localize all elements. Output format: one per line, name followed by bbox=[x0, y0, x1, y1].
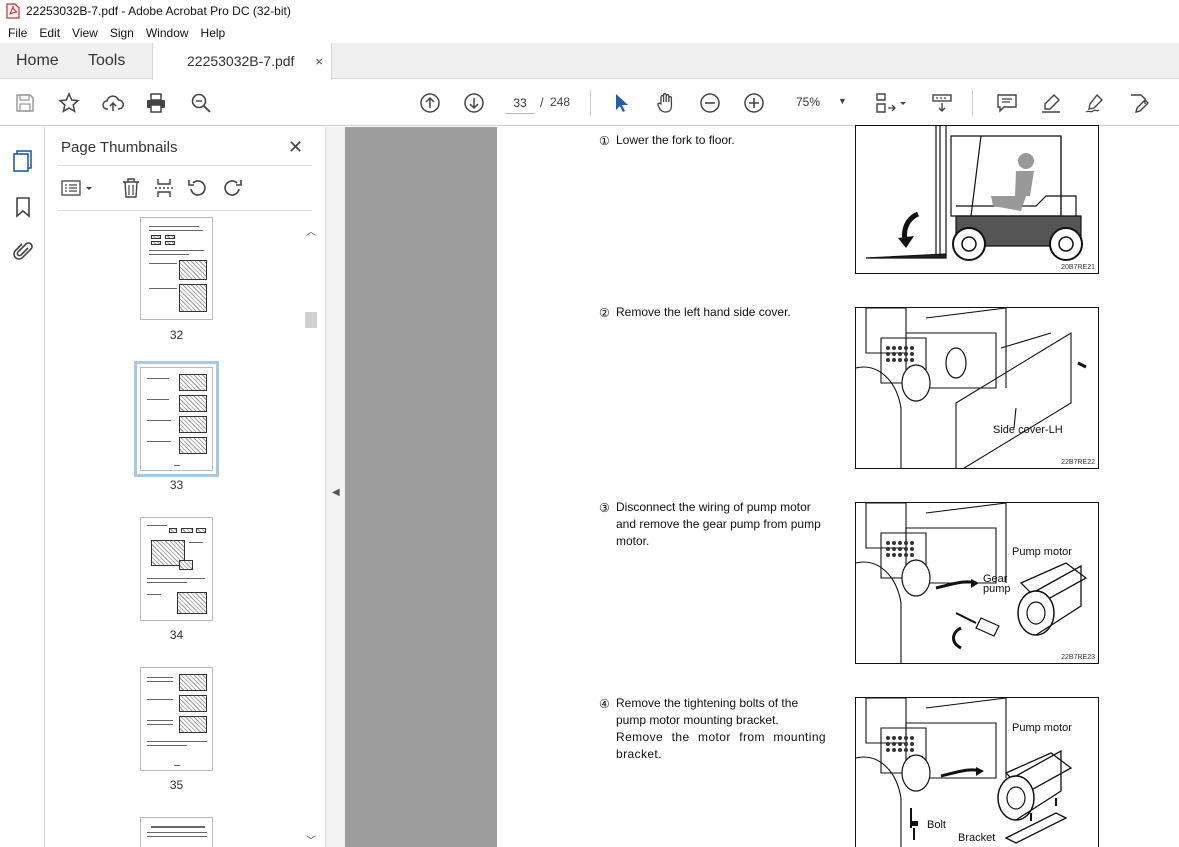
step-text: Lower the fork to floor. bbox=[616, 133, 735, 147]
total-pages: 248 bbox=[550, 95, 571, 109]
menu-sign[interactable]: Sign bbox=[104, 26, 140, 40]
tab-document-name: 22253032B-7.pdf bbox=[187, 53, 295, 69]
tab-row: Home Tools 22253032B-7.pdf × bbox=[0, 43, 1179, 80]
toolbar-divider bbox=[972, 90, 973, 116]
page-thumbnails-panel: Page Thumbnails ✕ 32 33 34 35 ︿ ﹀ bbox=[45, 127, 325, 847]
panel-title: Page Thumbnails bbox=[61, 139, 178, 156]
thumbnail-page-36[interactable] bbox=[140, 817, 213, 847]
upload-cloud-icon[interactable] bbox=[101, 91, 125, 115]
draw-signature-icon[interactable] bbox=[1083, 91, 1107, 115]
figure-side-cover: Side cover-LH 22B7RE22 bbox=[855, 307, 1099, 469]
toolbar: / 248 75% ▼ bbox=[0, 80, 1179, 126]
label-side-cover: Side cover-LH bbox=[993, 424, 1063, 436]
left-navigation-rail bbox=[0, 127, 45, 847]
figure-forklift: 20B7RE21 bbox=[855, 125, 1099, 274]
highlight-pen-icon[interactable] bbox=[1039, 91, 1063, 115]
thumbnail-page-35[interactable] bbox=[140, 667, 213, 771]
step-number: ③ bbox=[599, 501, 610, 515]
document-view: ① Lower the fork to floor. 20B7RE21 ② Re… bbox=[345, 125, 1179, 847]
panel-divider bbox=[57, 210, 312, 211]
page-thumbnails-icon[interactable] bbox=[11, 148, 35, 172]
zoom-level[interactable]: 75% bbox=[796, 95, 820, 109]
step-text: Remove the left hand side cover. bbox=[616, 305, 791, 319]
zoom-search-icon[interactable] bbox=[189, 91, 213, 115]
label-pump-motor: Pump motor bbox=[1012, 722, 1072, 734]
rotate-clockwise-icon[interactable] bbox=[221, 177, 243, 199]
window-title: 22253032B-7.pdf - Adobe Acrobat Pro DC (… bbox=[26, 4, 291, 18]
thumbnail-label: 32 bbox=[169, 328, 184, 342]
close-tab-icon[interactable]: × bbox=[315, 54, 323, 69]
thumbnail-page-33[interactable] bbox=[134, 361, 219, 477]
scrollbar-thumb[interactable] bbox=[305, 312, 317, 328]
zoom-out-icon[interactable] bbox=[698, 91, 722, 115]
label-pump-motor: Pump motor bbox=[1012, 546, 1072, 558]
extract-pages-icon[interactable] bbox=[153, 177, 175, 199]
menu-edit[interactable]: Edit bbox=[33, 26, 66, 40]
hand-tool-icon[interactable] bbox=[654, 91, 678, 115]
label-bolt: Bolt bbox=[927, 819, 946, 831]
pump-motor-illustration bbox=[856, 503, 1088, 663]
zoom-in-icon[interactable] bbox=[742, 91, 766, 115]
page-number-input[interactable] bbox=[505, 92, 535, 114]
acrobat-icon bbox=[6, 3, 20, 19]
scroll-down-icon[interactable]: ﹀ bbox=[306, 832, 316, 847]
thumbnail-page-34[interactable] bbox=[140, 517, 213, 621]
panel-divider bbox=[57, 165, 312, 166]
scroll-up-icon[interactable]: ︿ bbox=[306, 223, 316, 238]
page-separator: / bbox=[540, 95, 544, 110]
thumbnail-label: 33 bbox=[169, 478, 184, 492]
figure-pump-motor: Pump motor Gear pump 22B7RE23 bbox=[855, 502, 1099, 664]
panel-collapse-handle[interactable]: ◀ bbox=[325, 127, 345, 847]
scroll-mode-icon[interactable] bbox=[930, 91, 954, 115]
rotate-counterclockwise-icon[interactable] bbox=[187, 177, 209, 199]
figure-code: 20B7RE21 bbox=[1061, 264, 1095, 271]
thumbnail-options-icon[interactable] bbox=[61, 177, 95, 199]
menu-window[interactable]: Window bbox=[140, 26, 195, 40]
menu-bar: File Edit View Sign Window Help bbox=[0, 22, 1179, 43]
thumbnail-label: 34 bbox=[169, 628, 184, 642]
delete-page-icon[interactable] bbox=[120, 177, 142, 199]
close-panel-icon[interactable]: ✕ bbox=[288, 137, 303, 158]
comment-icon[interactable] bbox=[995, 91, 1019, 115]
zoom-dropdown-icon[interactable]: ▼ bbox=[838, 96, 847, 106]
forklift-illustration bbox=[865, 126, 1083, 261]
collapse-left-icon[interactable]: ◀ bbox=[332, 487, 340, 498]
save-icon[interactable] bbox=[13, 91, 37, 115]
thumbnails-scrollbar[interactable]: ︿ ﹀ bbox=[303, 219, 319, 847]
figure-code: 22B7RE22 bbox=[1061, 459, 1095, 466]
next-page-icon[interactable] bbox=[462, 91, 486, 115]
tab-tools[interactable]: Tools bbox=[88, 43, 125, 79]
label-pump: pump bbox=[983, 583, 1011, 595]
side-cover-illustration bbox=[856, 308, 1087, 468]
menu-file[interactable]: File bbox=[2, 26, 33, 40]
mounting-bracket-illustration bbox=[856, 698, 1073, 847]
toolbar-divider bbox=[590, 90, 591, 116]
attachment-paperclip-icon[interactable] bbox=[11, 240, 35, 264]
fit-page-icon[interactable] bbox=[874, 91, 898, 115]
bookmark-icon[interactable] bbox=[11, 195, 35, 219]
step-number: ② bbox=[599, 306, 610, 320]
previous-page-icon[interactable] bbox=[418, 91, 442, 115]
edit-tool-icon[interactable] bbox=[1127, 91, 1151, 115]
figure-code: 22B7RE23 bbox=[1061, 654, 1095, 661]
menu-view[interactable]: View bbox=[66, 26, 104, 40]
step-number: ④ bbox=[599, 697, 610, 711]
label-bracket: Bracket bbox=[958, 832, 996, 844]
step-text: Remove the tightening bolts of the pump … bbox=[616, 696, 799, 727]
title-bar: 22253032B-7.pdf - Adobe Acrobat Pro DC (… bbox=[0, 0, 1179, 22]
thumbnail-page-32[interactable] bbox=[140, 217, 213, 320]
tab-document[interactable]: 22253032B-7.pdf × bbox=[152, 43, 332, 80]
figure-mounting-bracket: Pump motor Bolt Bracket bbox=[855, 697, 1099, 847]
step-number: ① bbox=[599, 134, 610, 148]
print-icon[interactable] bbox=[144, 91, 168, 115]
tab-home[interactable]: Home bbox=[16, 43, 59, 79]
menu-help[interactable]: Help bbox=[195, 26, 232, 40]
fit-dropdown-icon[interactable] bbox=[898, 91, 908, 115]
step-text: Disconnect the wiring of pump motor and … bbox=[616, 500, 821, 548]
page-gutter bbox=[345, 127, 497, 847]
star-icon[interactable] bbox=[57, 91, 81, 115]
step-text-continued: Remove the motor from mounting bracket. bbox=[616, 730, 826, 761]
thumbnail-label: 35 bbox=[169, 778, 184, 792]
select-pointer-icon[interactable] bbox=[609, 91, 633, 115]
